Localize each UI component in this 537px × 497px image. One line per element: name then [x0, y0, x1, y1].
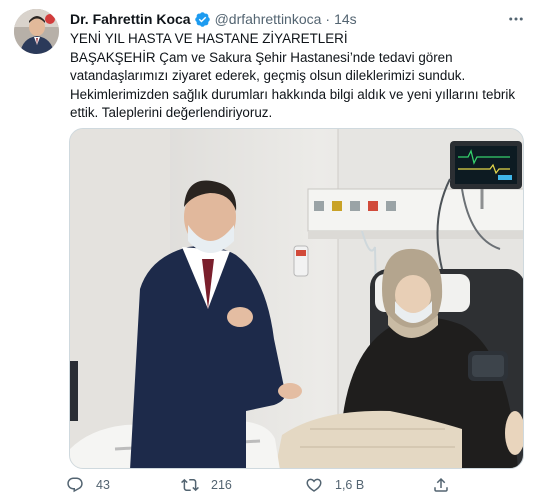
reply-button[interactable]: 43	[66, 474, 110, 496]
retweet-icon	[181, 478, 199, 492]
tweet-text: YENİ YIL HASTA VE HASTANE ZİYARETLERİ BA…	[70, 30, 525, 123]
verified-badge-icon	[194, 11, 210, 27]
retweet-count: 216	[211, 478, 232, 492]
reply-icon	[67, 477, 83, 493]
author-name[interactable]: Dr. Fahrettin Koca	[70, 10, 191, 28]
action-bar: 43 216 1,6 B	[66, 474, 466, 496]
separator-dot: ·	[325, 11, 331, 27]
share-button[interactable]	[432, 474, 450, 496]
author-avatar[interactable]	[14, 9, 59, 54]
tweet-timestamp[interactable]: 14s	[334, 10, 357, 28]
tweet-text-line: BAŞAKŞEHİR Çam ve Sakura Şehir Hastanesi…	[70, 49, 453, 65]
tweet-text-line: YENİ YIL HASTA VE HASTANE ZİYARETLERİ	[70, 31, 348, 46]
like-icon	[306, 478, 322, 492]
tweet-photo[interactable]	[69, 128, 524, 469]
tweet[interactable]: Dr. Fahrettin Koca @drfahrettinkoca · 14…	[0, 0, 537, 497]
tweet-text-line: ettik. Taleplerini değerlendiriyoruz.	[70, 105, 273, 121]
more-icon[interactable]	[506, 10, 526, 28]
like-button[interactable]: 1,6 B	[305, 474, 364, 496]
like-count: 1,6 B	[335, 478, 365, 492]
author-handle[interactable]: @drfahrettinkoca	[215, 10, 322, 28]
tweet-text-line: Hekimlerimizden sağlık durumları hakkınd…	[70, 86, 516, 102]
retweet-button[interactable]: 216	[181, 474, 232, 496]
share-icon	[434, 477, 448, 492]
reply-count: 43	[96, 478, 110, 492]
tweet-header: Dr. Fahrettin Koca @drfahrettinkoca · 14…	[70, 10, 357, 28]
tweet-text-line: vatandaşlarımızı ziyaret ederek, geçmiş …	[70, 68, 466, 84]
